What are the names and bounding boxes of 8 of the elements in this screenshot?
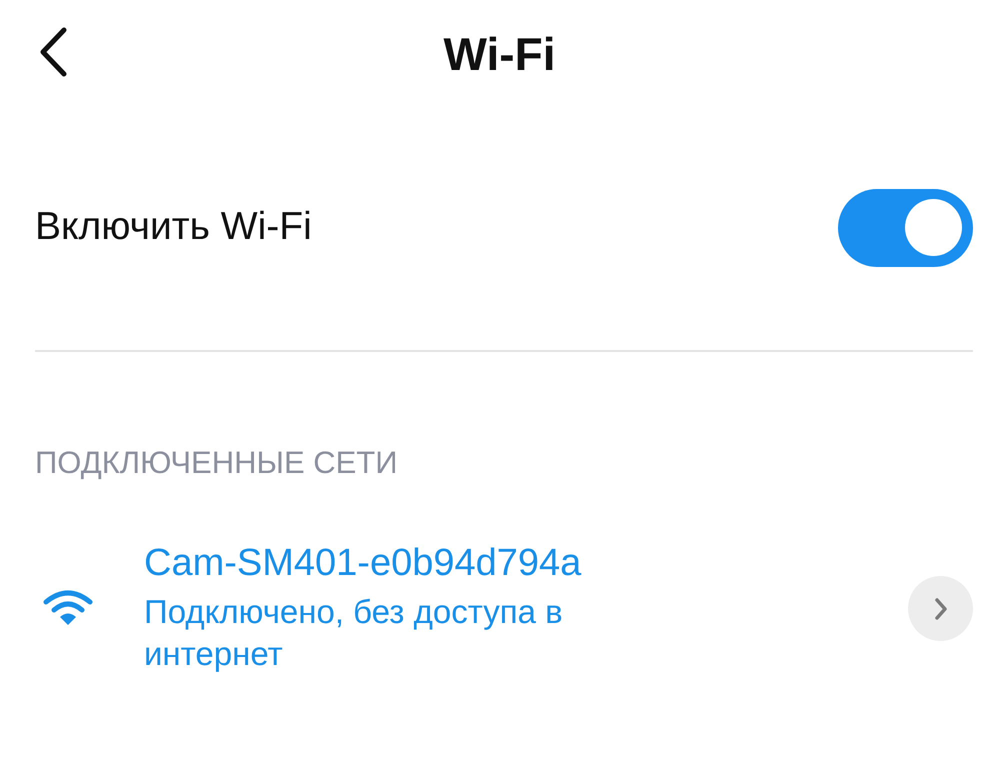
wifi-icon: [42, 590, 94, 628]
screen-title: Wi-Fi: [444, 31, 556, 77]
toggle-label: Включить Wi-Fi: [35, 204, 312, 250]
network-name: Cam-SM401-e0b94d794a: [144, 543, 582, 585]
back-icon: [38, 27, 68, 77]
network-status: Подключено, без доступа в интернет: [144, 592, 564, 674]
section-header: ПОДКЛЮЧЕННЫЕ СЕТИ: [34, 444, 399, 478]
chevron-right-icon: [934, 596, 948, 621]
